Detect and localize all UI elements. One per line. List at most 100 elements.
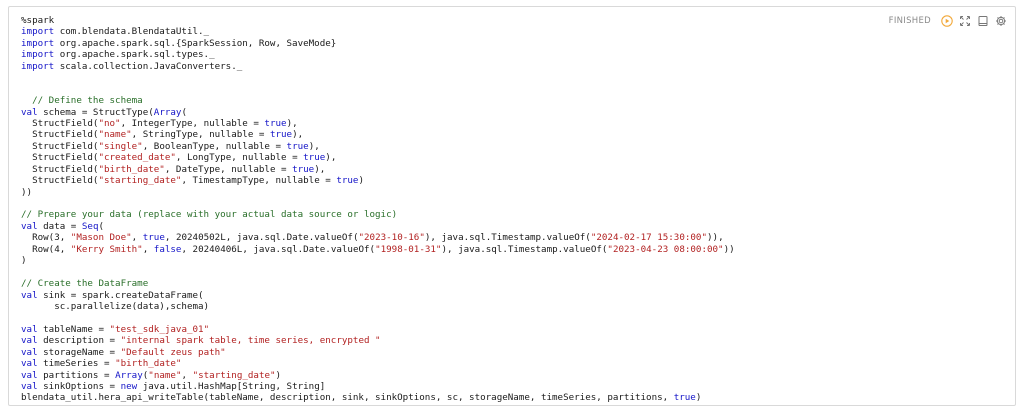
code-line: StructField("starting_date", TimestampTy… xyxy=(21,175,735,186)
code-token: StructField( xyxy=(21,117,99,129)
code-line: // Create the DataFrame xyxy=(21,278,735,289)
code-token: , xyxy=(181,369,193,381)
gear-icon[interactable] xyxy=(995,15,1007,27)
code-token: Seq xyxy=(81,220,99,232)
code-line: val schema = StructType(Array( xyxy=(21,107,735,118)
code-token: , 20240406L, java.sql.Date.valueOf( xyxy=(181,243,376,255)
code-token: true xyxy=(303,152,326,164)
code-token: org.apache.spark.sql.{SparkSession, Row,… xyxy=(54,37,337,49)
expand-arrows-icon[interactable] xyxy=(959,15,971,27)
code-line: Row(4, "Kerry Smith", false, 20240406L, … xyxy=(21,244,735,255)
code-token: ) xyxy=(358,175,365,187)
code-token: true xyxy=(336,175,359,187)
code-token: Array xyxy=(153,106,182,118)
code-token: Row(4, xyxy=(21,243,71,255)
book-icon[interactable] xyxy=(977,15,989,27)
code-token: ( xyxy=(181,106,187,118)
code-line: import scala.collection.JavaConverters._ xyxy=(21,61,735,72)
code-token: true xyxy=(142,232,165,244)
code-token: , xyxy=(142,243,154,255)
code-token: "2023-10-16" xyxy=(358,232,425,244)
code-line: StructField("birth_date", DateType, null… xyxy=(21,164,735,175)
code-token: false xyxy=(153,243,182,255)
notebook-paragraph: %spark import com.blendata.BlendataUtil._… xyxy=(8,6,1016,406)
code-token: val xyxy=(21,335,38,347)
code-line: val tableName = "test_sdk_java_01" xyxy=(21,324,735,335)
code-token: "birth_date" xyxy=(98,163,165,175)
code-token: sc.parallelize(data),schema) xyxy=(21,300,210,312)
code-token: "birth_date" xyxy=(115,358,182,370)
code-line: val timeSeries = "birth_date" xyxy=(21,358,735,369)
code-token: Array xyxy=(115,369,143,381)
code-line: StructField("created_date", LongType, nu… xyxy=(21,152,735,163)
play-circle-icon[interactable] xyxy=(941,15,953,27)
code-token: true xyxy=(286,140,309,152)
code-line: val sink = spark.createDataFrame( xyxy=(21,290,735,301)
code-token: "Default zeus path" xyxy=(120,346,226,358)
code-line: Row(3, "Mason Doe", true, 20240502L, jav… xyxy=(21,232,735,243)
code-token: ), java.sql.Timestamp.valueOf( xyxy=(441,243,608,255)
code-token: "starting_date" xyxy=(98,175,182,187)
code-token: "name" xyxy=(148,369,182,381)
status-label: FINISHED xyxy=(888,16,931,26)
code-token: ), xyxy=(308,140,320,152)
code-line: ) xyxy=(21,255,735,266)
code-token: val xyxy=(21,323,38,335)
code-token: ), java.sql.Timestamp.valueOf( xyxy=(424,232,591,244)
code-line: val partitions = Array("name", "starting… xyxy=(21,370,735,381)
code-line: val description = "internal spark table,… xyxy=(21,335,735,346)
code-line: %spark xyxy=(21,15,735,26)
code-token: partitions = xyxy=(37,369,116,381)
code-editor[interactable]: %spark import com.blendata.BlendataUtil._… xyxy=(21,15,735,404)
code-token: import xyxy=(21,60,55,72)
code-token: ), xyxy=(286,117,298,129)
code-token: org.apache.spark.sql.types._ xyxy=(54,49,215,61)
code-line: // Prepare your data (replace with your … xyxy=(21,209,735,220)
code-token: schema = StructType( xyxy=(37,106,154,118)
code-token: // Prepare your data (replace with your … xyxy=(21,209,398,221)
code-token: "no" xyxy=(98,117,121,129)
code-token: )) xyxy=(21,186,33,198)
code-token: com.blendata.BlendataUtil._ xyxy=(54,26,210,38)
code-token: true xyxy=(673,392,696,404)
code-token: "created_date" xyxy=(98,152,176,164)
code-token: val xyxy=(21,381,38,392)
code-token: , LongType, nullable = xyxy=(175,152,304,164)
code-line: sc.parallelize(data),schema) xyxy=(21,301,735,312)
code-line: val sinkOptions = new java.util.HashMap[… xyxy=(21,381,735,392)
code-token: import xyxy=(21,49,55,61)
code-token: val xyxy=(21,106,38,118)
code-token: true xyxy=(292,163,315,175)
code-token: ), xyxy=(314,163,326,175)
code-token: , IntegerType, nullable = xyxy=(120,117,265,129)
code-token: sinkOptions = xyxy=(37,381,121,392)
code-token: "test_sdk_java_01" xyxy=(109,323,210,335)
code-line: val data = Seq( xyxy=(21,221,735,232)
code-token: sink = spark.createDataFrame( xyxy=(37,289,204,301)
code-line: import org.apache.spark.sql.types._ xyxy=(21,49,735,60)
code-token: "name" xyxy=(98,129,132,141)
code-token: val xyxy=(21,220,38,232)
code-token: %spark xyxy=(21,15,55,26)
code-token: import xyxy=(21,37,55,49)
code-token: val xyxy=(21,358,38,370)
code-token: true xyxy=(269,129,293,141)
code-token: // Define the schema xyxy=(21,95,143,107)
code-token: description = xyxy=(37,335,121,347)
code-token: StructField( xyxy=(21,140,99,152)
paragraph-toolbar: FINISHED xyxy=(889,15,1007,27)
code-token: )), xyxy=(707,232,724,244)
code-token: "Mason Doe" xyxy=(70,232,132,244)
code-token: "1998-01-31" xyxy=(375,243,442,255)
code-line: StructField("no", IntegerType, nullable … xyxy=(21,118,735,129)
code-token: "starting_date" xyxy=(192,369,276,381)
code-token: scala.collection.JavaConverters._ xyxy=(54,60,243,72)
code-token: ) xyxy=(21,255,27,267)
code-token: , 20240502L, java.sql.Date.valueOf( xyxy=(164,232,359,244)
code-token: "2024-02-17 15:30:00" xyxy=(590,232,707,244)
code-token: "single" xyxy=(98,140,143,152)
code-token: // Create the DataFrame xyxy=(21,278,149,290)
